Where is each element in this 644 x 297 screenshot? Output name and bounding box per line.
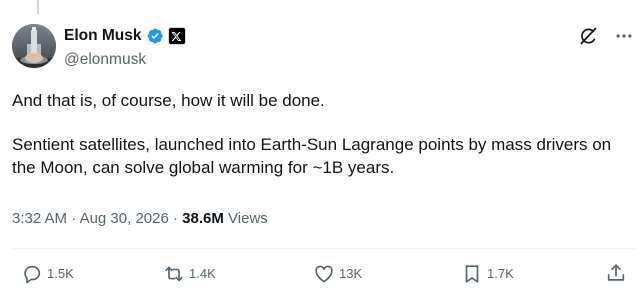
retweet-button[interactable]: 1.4K	[163, 262, 216, 286]
reply-count: 1.5K	[47, 266, 74, 281]
more-options-icon[interactable]	[614, 26, 634, 46]
author-name-row: Elon Musk	[64, 26, 186, 46]
bookmark-count: 1.7K	[487, 266, 514, 281]
retweet-count: 1.4K	[189, 266, 216, 281]
header-actions	[578, 26, 634, 46]
author-handle[interactable]: @elonmusk	[64, 50, 186, 70]
share-icon	[605, 262, 627, 284]
tweet-paragraph-1: And that is, of course, how it will be d…	[12, 91, 325, 110]
tweet-card: Elon Musk @elonmusk And that is, of cour…	[0, 0, 644, 297]
meta-separator: ·	[172, 210, 178, 227]
tweet-paragraph-2: Sentient satellites, launched into Earth…	[12, 135, 612, 177]
avatar[interactable]	[12, 24, 56, 68]
tweet-text: And that is, of course, how it will be d…	[12, 89, 632, 179]
thread-connector-line	[37, 0, 39, 14]
grok-icon[interactable]	[578, 26, 598, 46]
reply-icon	[21, 263, 43, 285]
bookmark-button[interactable]: 1.7K	[461, 262, 514, 286]
tweet-metadata: 3:32 AM · Aug 30, 2026 · 38.6M Views	[12, 209, 268, 229]
views-label: Views	[228, 210, 268, 227]
tweet-date[interactable]: Aug 30, 2026	[80, 210, 169, 227]
reply-button[interactable]: 1.5K	[21, 262, 74, 286]
like-count: 13K	[339, 266, 363, 281]
bookmark-icon	[461, 263, 483, 285]
author-display-name[interactable]: Elon Musk	[64, 26, 142, 46]
like-icon	[313, 263, 335, 285]
verified-badge-icon[interactable]	[146, 27, 164, 45]
meta-separator: ·	[71, 210, 77, 227]
retweet-icon	[163, 263, 185, 285]
views-count[interactable]: 38.6M	[182, 210, 224, 227]
x-affiliate-badge-icon[interactable]	[167, 27, 186, 45]
avatar-image	[12, 24, 56, 68]
like-button[interactable]: 13K	[313, 262, 362, 286]
action-bar: 1.5K 1.4K 13K 1.7K	[0, 262, 644, 286]
tweet-time[interactable]: 3:32 AM	[12, 210, 67, 227]
divider	[12, 248, 636, 249]
author-block: Elon Musk @elonmusk	[64, 26, 186, 70]
share-button[interactable]	[605, 262, 627, 284]
